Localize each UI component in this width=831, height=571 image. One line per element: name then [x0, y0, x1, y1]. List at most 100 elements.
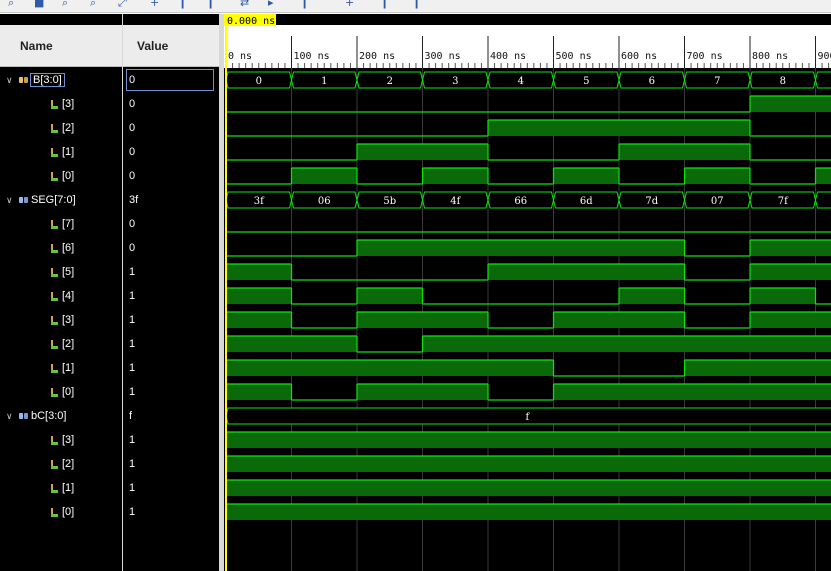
- bus-segment-value: 7f: [778, 196, 789, 207]
- signal-bit-row[interactable]: [3]: [0, 92, 122, 116]
- add-marker-icon[interactable]: +: [150, 0, 159, 9]
- high-level-fill: [750, 312, 816, 328]
- high-level-fill: [422, 456, 488, 472]
- snap-edge-icon[interactable]: ❙: [412, 0, 421, 9]
- swap-icon[interactable]: ⇄: [240, 0, 249, 9]
- high-level-fill: [619, 144, 685, 160]
- signal-bit-row[interactable]: [0]: [0, 380, 122, 404]
- high-level-fill: [226, 312, 292, 328]
- signal-name: [7]: [62, 218, 75, 230]
- next-marker-icon[interactable]: +: [345, 0, 354, 9]
- high-level-fill: [488, 504, 554, 520]
- high-level-fill: [291, 432, 357, 448]
- signal-bit-row[interactable]: [4]: [0, 284, 122, 308]
- high-level-fill: [553, 432, 619, 448]
- high-level-fill: [750, 240, 816, 256]
- high-level-fill: [488, 120, 554, 136]
- bus-segment-value: 8: [780, 76, 786, 87]
- cursor-icon[interactable]: ▸: [268, 0, 274, 9]
- signal-bit-row[interactable]: [0]: [0, 500, 122, 524]
- signal-value: 0: [129, 170, 136, 182]
- high-level-fill: [619, 384, 685, 400]
- name-column-header[interactable]: Name: [0, 25, 122, 67]
- go-to-start-icon[interactable]: ❙: [178, 0, 187, 9]
- waveform-viewer[interactable]: 0 ns 100 ns 200 ns 300 ns 400 ns 500 ns 600 ns…: [224, 14, 831, 571]
- expand-chevron-icon[interactable]: ∨: [6, 411, 18, 422]
- high-level-fill: [815, 240, 831, 256]
- high-level-fill: [619, 288, 685, 304]
- bit-signal-icon: [50, 459, 59, 470]
- signal-bus-row[interactable]: ∨ bC[3:0]: [0, 404, 122, 428]
- high-level-fill: [357, 504, 423, 520]
- signal-bit-row[interactable]: [2]: [0, 332, 122, 356]
- high-level-fill: [422, 336, 488, 352]
- bus-icon: [19, 76, 29, 84]
- high-level-fill: [553, 384, 619, 400]
- signal-name: [2]: [62, 458, 75, 470]
- signal-bit-row[interactable]: [2]: [0, 452, 122, 476]
- signal-name: [3]: [62, 98, 75, 110]
- previous-marker-icon[interactable]: ❙: [300, 0, 309, 9]
- signal-bit-row[interactable]: [1]: [0, 140, 122, 164]
- bit-signal-icon: [50, 291, 59, 302]
- signal-name: [1]: [62, 146, 75, 158]
- signal-value: 1: [129, 314, 136, 326]
- signal-value: 0: [129, 146, 136, 158]
- bus-segment-value: 4: [518, 76, 524, 87]
- go-to-end-icon[interactable]: ❙: [206, 0, 215, 9]
- bus-segment-value: 07: [711, 196, 724, 207]
- signal-bit-row[interactable]: [1]: [0, 356, 122, 380]
- bus-segment-value: 1: [321, 76, 327, 87]
- bus-segment-value: 7: [714, 76, 720, 87]
- zoom-fit-icon[interactable]: ⌕: [8, 0, 14, 9]
- high-level-fill: [357, 456, 423, 472]
- bus-segment-value: 4f: [450, 196, 461, 207]
- bus-segment-value: 6d: [580, 196, 593, 207]
- high-level-fill: [357, 384, 423, 400]
- waveform-canvas[interactable]: 0 ns 100 ns 200 ns 300 ns 400 ns 500 ns 600 ns…: [224, 14, 831, 571]
- signal-bit-row[interactable]: [3]: [0, 428, 122, 452]
- high-level-fill: [553, 240, 619, 256]
- high-level-fill: [553, 456, 619, 472]
- zoom-full-icon[interactable]: ⤢: [118, 0, 127, 9]
- save-icon[interactable]: ■: [34, 0, 44, 9]
- high-level-fill: [619, 432, 685, 448]
- high-level-fill: [291, 168, 357, 184]
- signal-bit-row[interactable]: [3]: [0, 308, 122, 332]
- signal-name: bC[3:0]: [31, 410, 67, 422]
- high-level-fill: [357, 240, 423, 256]
- signal-bit-row[interactable]: [6]: [0, 236, 122, 260]
- high-level-fill: [750, 360, 816, 376]
- signal-bit-row[interactable]: [7]: [0, 212, 122, 236]
- signal-bit-row[interactable]: [2]: [0, 116, 122, 140]
- bit-signal-icon: [50, 267, 59, 278]
- signal-bus-row[interactable]: ∨ SEG[7:0]: [0, 188, 122, 212]
- signal-bit-row[interactable]: [0]: [0, 164, 122, 188]
- snap-icon[interactable]: ❙: [380, 0, 389, 9]
- signal-name: [1]: [62, 482, 75, 494]
- high-level-fill: [553, 168, 619, 184]
- signal-name: [6]: [62, 242, 75, 254]
- name-header-label: Name: [20, 38, 53, 53]
- high-level-fill: [619, 480, 685, 496]
- high-level-fill: [488, 240, 554, 256]
- high-level-fill: [619, 120, 685, 136]
- high-level-fill: [750, 456, 816, 472]
- high-level-fill: [815, 168, 831, 184]
- high-level-fill: [750, 480, 816, 496]
- signal-bit-row[interactable]: [5]: [0, 260, 122, 284]
- high-level-fill: [750, 384, 816, 400]
- signal-bus-row[interactable]: ∨ B[3:0]: [0, 68, 122, 92]
- zoom-in-icon[interactable]: ⌕: [62, 0, 68, 9]
- expand-chevron-icon[interactable]: ∨: [6, 195, 18, 206]
- high-level-fill: [684, 456, 750, 472]
- bus-segment-value: 5b: [383, 196, 396, 207]
- signal-bit-row[interactable]: [1]: [0, 476, 122, 500]
- high-level-fill: [226, 504, 292, 520]
- expand-chevron-icon[interactable]: ∨: [6, 75, 18, 86]
- value-column-header[interactable]: Value: [123, 25, 219, 67]
- high-level-fill: [357, 288, 423, 304]
- bus-segment-value: 2: [387, 76, 393, 87]
- zoom-out-icon[interactable]: ⌕: [90, 0, 96, 9]
- signal-value: 1: [129, 290, 136, 302]
